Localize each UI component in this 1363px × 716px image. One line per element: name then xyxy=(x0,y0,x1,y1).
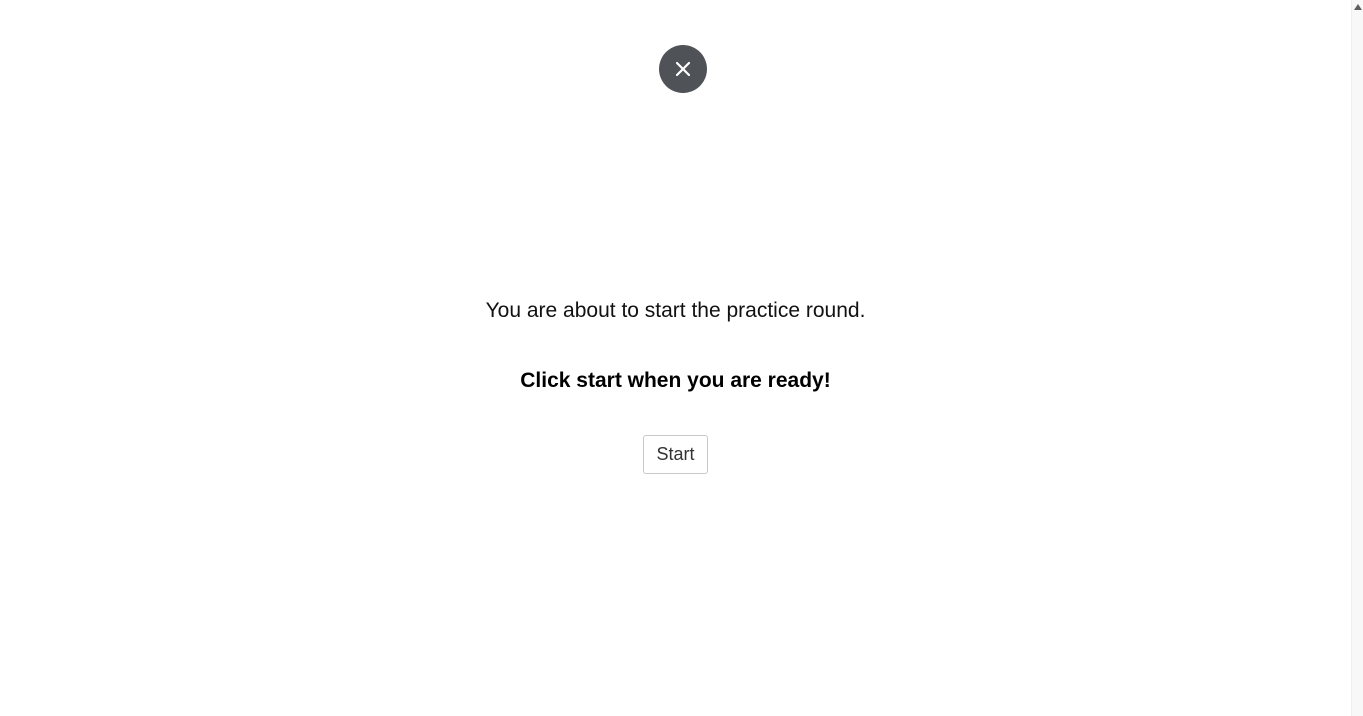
vertical-scrollbar[interactable] xyxy=(1351,0,1363,716)
intro-text: You are about to start the practice roun… xyxy=(485,299,866,322)
ready-instruction: Click start when you are ready! xyxy=(520,369,831,392)
page: You are about to start the practice roun… xyxy=(0,0,1363,716)
start-button[interactable]: Start xyxy=(643,435,708,474)
close-button[interactable] xyxy=(659,45,707,93)
dialog-content: You are about to start the practice roun… xyxy=(0,0,1351,716)
close-icon xyxy=(675,61,691,77)
arrow-up-icon[interactable] xyxy=(1354,4,1362,10)
